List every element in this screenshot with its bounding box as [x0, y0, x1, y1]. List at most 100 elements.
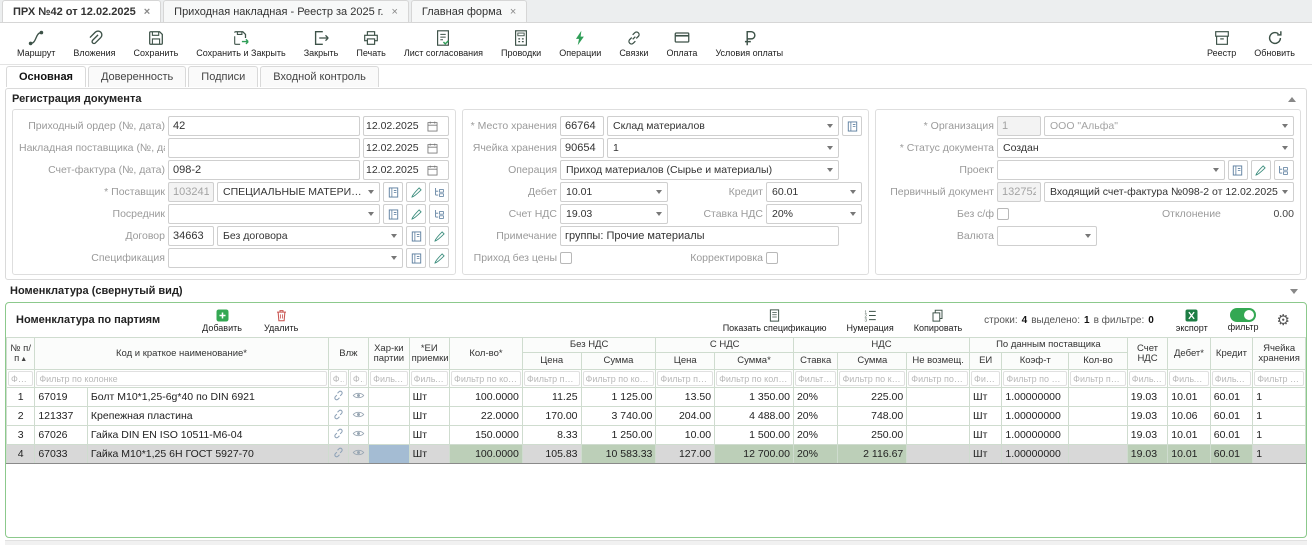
price-vat-cell[interactable]: 127.00 [656, 445, 715, 464]
storage-cell[interactable]: 1 [1253, 445, 1306, 464]
filter-input[interactable] [411, 371, 448, 386]
calendar-icon[interactable] [426, 164, 439, 177]
non-refund-cell[interactable] [907, 426, 970, 445]
non-refund-cell[interactable] [907, 407, 970, 426]
sup-qty-cell[interactable] [1069, 445, 1128, 464]
close-icon[interactable]: × [391, 6, 397, 18]
view-icon[interactable] [348, 445, 368, 464]
col-header-vat-sum[interactable]: Сумма [838, 353, 907, 370]
mesto-select[interactable]: Склад материалов [607, 116, 839, 136]
debit-cell[interactable]: 10.01 [1168, 445, 1210, 464]
calendar-icon[interactable] [426, 142, 439, 155]
coef-cell[interactable]: 1.00000000 [1002, 426, 1069, 445]
attach-toolbar-button[interactable]: Вложения [64, 29, 124, 58]
code-cell[interactable]: 67026 [35, 426, 88, 445]
ei-cell[interactable]: Шт [409, 426, 449, 445]
refresh-toolbar-button[interactable]: Обновить [1245, 29, 1304, 58]
row-number-cell[interactable]: 2 [7, 407, 35, 426]
route-toolbar-button[interactable]: Маршрут [8, 29, 64, 58]
col-header-rate[interactable]: Ставка [793, 353, 838, 370]
form-tab[interactable]: Доверенность [88, 66, 186, 87]
window-tab[interactable]: ПРХ №42 от 12.02.2025× [2, 0, 161, 22]
postavshik-select[interactable]: СПЕЦИАЛЬНЫЕ МАТЕРИАЛЫ ООО [217, 182, 380, 202]
prihod-bez-ceny-checkbox[interactable] [560, 252, 572, 264]
edit-button[interactable] [429, 226, 449, 246]
credit-cell[interactable]: 60.01 [1210, 426, 1252, 445]
ei-cell[interactable]: Шт [409, 445, 449, 464]
saveclose-toolbar-button[interactable]: Сохранить и Закрыть [187, 29, 294, 58]
col-header-price1[interactable]: Цена [522, 353, 581, 370]
save-toolbar-button[interactable]: Сохранить [125, 29, 188, 58]
vat-sum-cell[interactable]: 2 116.67 [838, 445, 907, 464]
coef-cell[interactable]: 1.00000000 [1002, 407, 1069, 426]
prihod-order-date-input[interactable] [366, 120, 426, 132]
sum-vat-cell[interactable]: 1 350.00 [715, 388, 794, 407]
credit-cell[interactable]: 60.01 [1210, 445, 1252, 464]
sup-ei-cell[interactable]: Шт [970, 445, 1002, 464]
table-row[interactable]: 2 121337 Крепежная пластина Шт 22.0000 1… [7, 407, 1306, 426]
name-cell[interactable]: Гайка М10*1,25 6Н ГОСТ 5927-70 [87, 445, 328, 464]
view-icon[interactable] [348, 388, 368, 407]
col-header-ei[interactable]: *ЕИ приемки [409, 338, 449, 370]
form-tab[interactable]: Входной контроль [260, 66, 379, 87]
vat-rate-cell[interactable]: 20% [793, 426, 838, 445]
coef-cell[interactable]: 1.00000000 [1002, 445, 1069, 464]
vat-sum-cell[interactable]: 225.00 [838, 388, 907, 407]
pay-toolbar-button[interactable]: Оплата [657, 29, 706, 58]
table-row[interactable]: 1 67019 Болт М10*1,25-6g*40 по DIN 6921 … [7, 388, 1306, 407]
form-tab[interactable]: Подписи [188, 66, 258, 87]
col-header-non-refund[interactable]: Не возмещ. [907, 353, 970, 370]
filter-input[interactable] [451, 371, 521, 386]
filter-input[interactable] [1070, 371, 1126, 386]
storage-cell[interactable]: 1 [1253, 426, 1306, 445]
row-number-cell[interactable]: 4 [7, 445, 35, 464]
filter-input[interactable] [1003, 371, 1067, 386]
catalog-button[interactable] [406, 248, 426, 268]
show-specification-button[interactable]: Показать спецификацию [715, 308, 835, 333]
non-refund-cell[interactable] [907, 445, 970, 464]
catalog-button[interactable] [383, 182, 403, 202]
filter-input[interactable] [524, 371, 580, 386]
yacheyka-code-input[interactable] [560, 138, 604, 158]
sum-no-vat-cell[interactable]: 1 250.00 [581, 426, 656, 445]
qty-cell[interactable]: 100.0000 [450, 388, 523, 407]
toggle-switch-icon[interactable] [1230, 308, 1256, 322]
postavshik-code-input[interactable] [168, 182, 214, 202]
hierarchy-button[interactable] [429, 204, 449, 224]
catalog-button[interactable] [383, 204, 403, 224]
col-header-qty[interactable]: Кол-во* [450, 338, 523, 370]
filter-input[interactable] [1212, 371, 1251, 386]
debet-select[interactable]: 10.01 [560, 182, 668, 202]
window-tab[interactable]: Главная форма× [411, 0, 527, 22]
filter-input[interactable] [330, 371, 347, 386]
stavka-nds-select[interactable]: 20% [766, 204, 862, 224]
proekt-select[interactable] [997, 160, 1225, 180]
sup-ei-cell[interactable]: Шт [970, 426, 1002, 445]
prihod-order-date-field[interactable] [363, 116, 449, 136]
prihod-order-number-input[interactable] [168, 116, 360, 136]
add-row-button[interactable]: Добавить [194, 308, 250, 333]
delete-row-button[interactable]: Удалить [256, 308, 306, 333]
kredit-select[interactable]: 60.01 [766, 182, 862, 202]
link-icon[interactable] [328, 426, 348, 445]
vat-sum-cell[interactable]: 748.00 [838, 407, 907, 426]
catalog-button[interactable] [406, 226, 426, 246]
vat-account-cell[interactable]: 19.03 [1127, 445, 1167, 464]
filter-input[interactable] [1129, 371, 1166, 386]
edit-button[interactable] [1251, 160, 1271, 180]
sum-vat-cell[interactable]: 1 500.00 [715, 426, 794, 445]
edit-button[interactable] [429, 248, 449, 268]
horizontal-scrollbar[interactable] [5, 540, 1307, 545]
close-icon[interactable]: × [510, 6, 516, 18]
sum-vat-cell[interactable]: 4 488.00 [715, 407, 794, 426]
vat-rate-cell[interactable]: 20% [793, 445, 838, 464]
closedoc-toolbar-button[interactable]: Закрыть [295, 29, 348, 58]
col-header-cell[interactable]: Ячейка хранения [1253, 338, 1306, 370]
sum-no-vat-cell[interactable]: 3 740.00 [581, 407, 656, 426]
hierarchy-button[interactable] [1274, 160, 1294, 180]
sup-ei-cell[interactable]: Шт [970, 388, 1002, 407]
copy-button[interactable]: Копировать [906, 308, 970, 333]
col-header-debit[interactable]: Дебет* [1168, 338, 1210, 370]
chain-toolbar-button[interactable]: Связки [610, 29, 657, 58]
korrektirovka-checkbox[interactable] [766, 252, 778, 264]
